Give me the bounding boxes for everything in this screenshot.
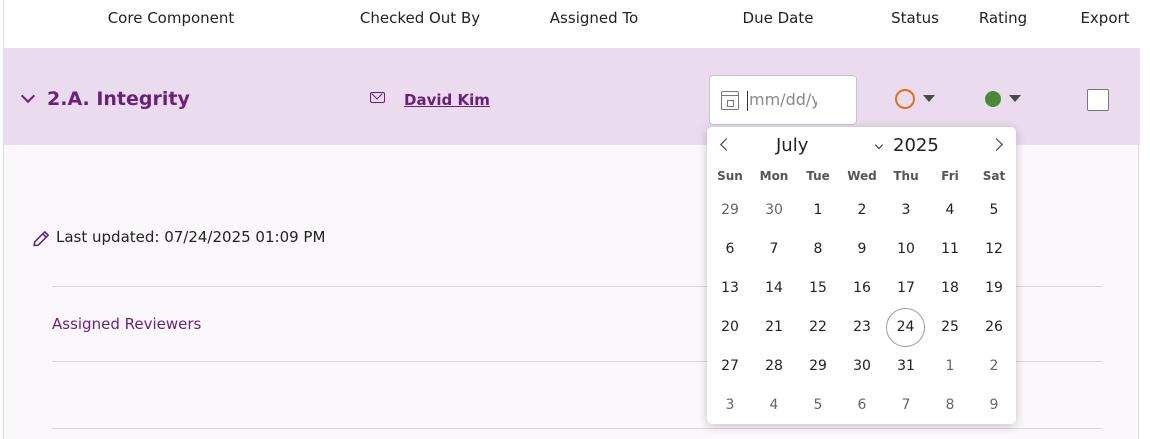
last-updated-text: Last updated: 07/24/2025 01:09 PM [56, 228, 326, 246]
text-cursor [747, 91, 748, 111]
header-core-component: Core Component [107, 9, 235, 27]
calendar-day[interactable]: 29 [798, 347, 838, 386]
header-status: Status [891, 9, 939, 27]
calendar-day[interactable]: 9 [842, 230, 882, 269]
calendar-day[interactable]: 4 [754, 386, 794, 425]
checked-out-by-link[interactable]: David Kim [404, 91, 490, 109]
calendar-day[interactable]: 16 [842, 269, 882, 308]
calendar-day[interactable]: 1 [798, 191, 838, 230]
calendar-day[interactable]: 1 [930, 347, 970, 386]
calendar-day[interactable]: 7 [886, 386, 926, 425]
calendar-day[interactable]: 2 [974, 347, 1014, 386]
calendar-day[interactable]: 25 [930, 308, 970, 347]
calendar-day[interactable]: 23 [842, 308, 882, 347]
chevron-right-icon[interactable] [990, 138, 1003, 151]
status-dropdown-icon[interactable] [923, 95, 935, 102]
calendar-day[interactable]: 15 [798, 269, 838, 308]
header-rating: Rating [978, 9, 1028, 27]
chevron-down-icon[interactable] [874, 140, 884, 150]
calendar-day[interactable]: 12 [974, 230, 1014, 269]
header-assigned-to: Assigned To [549, 9, 639, 27]
header-export: Export [1080, 9, 1130, 27]
calendar-day[interactable]: 2 [842, 191, 882, 230]
chevron-left-icon[interactable] [720, 138, 733, 151]
calendar-day[interactable]: 30 [754, 191, 794, 230]
calendar-day[interactable]: 31 [886, 347, 926, 386]
calendar-day[interactable]: 9 [974, 386, 1014, 425]
calendar-day[interactable]: 14 [754, 269, 794, 308]
due-date-placeholder: mm/dd/yy [749, 90, 817, 109]
calendar-day[interactable]: 13 [710, 269, 750, 308]
calendar-day[interactable]: 17 [886, 269, 926, 308]
weekday-label: Wed [847, 169, 877, 183]
weekday-label: Sat [982, 169, 1006, 183]
calendar-day[interactable]: 20 [710, 308, 750, 347]
export-checkbox[interactable] [1087, 89, 1109, 111]
calendar-day[interactable]: 6 [710, 230, 750, 269]
calendar-day[interactable]: 8 [798, 230, 838, 269]
mail-icon [370, 92, 385, 103]
weekday-label: Tue [806, 169, 830, 183]
weekday-label: Thu [893, 169, 919, 183]
weekday-label: Sun [717, 169, 743, 183]
calendar-day[interactable]: 30 [842, 347, 882, 386]
calendar-day[interactable]: 18 [930, 269, 970, 308]
calendar-day[interactable]: 7 [754, 230, 794, 269]
weekday-label: Mon [759, 169, 789, 183]
status-circle-icon[interactable] [895, 89, 915, 109]
header-checked-out-by: Checked Out By [359, 9, 481, 27]
calendar-day[interactable]: 3 [886, 191, 926, 230]
calendar-day[interactable]: 3 [710, 386, 750, 425]
header-due-date: Due Date [742, 9, 814, 27]
table-header: Core Component Checked Out By Assigned T… [4, 0, 1140, 49]
calendar-day[interactable]: 6 [842, 386, 882, 425]
calendar-day[interactable]: 10 [886, 230, 926, 269]
calendar-day[interactable]: 26 [974, 308, 1014, 347]
calendar-day-today[interactable]: 24 [886, 308, 925, 347]
rating-dropdown-icon[interactable] [1009, 95, 1021, 102]
calendar-day[interactable]: 5 [974, 191, 1014, 230]
calendar-year[interactable]: 2025 [893, 135, 939, 156]
assigned-reviewers-heading: Assigned Reviewers [52, 315, 202, 333]
pencil-icon[interactable] [30, 228, 52, 250]
calendar-day[interactable]: 27 [710, 347, 750, 386]
calendar-day[interactable]: 22 [798, 308, 838, 347]
calendar-day[interactable]: 19 [974, 269, 1014, 308]
calendar-day[interactable]: 29 [710, 191, 750, 230]
calendar-icon[interactable] [721, 91, 739, 110]
chevron-down-icon[interactable] [20, 88, 36, 104]
calendar-day[interactable]: 5 [798, 386, 838, 425]
calendar-day[interactable]: 11 [930, 230, 970, 269]
calendar-day[interactable]: 28 [754, 347, 794, 386]
weekday-label: Fri [941, 169, 959, 183]
calendar-month-select[interactable]: July [776, 135, 808, 156]
due-date-input[interactable]: mm/dd/yy [709, 75, 857, 125]
date-picker-popup: July 2025 Sun Mon Tue Wed Thu Fri Sat 29… [707, 127, 1016, 424]
divider [52, 428, 1102, 429]
rating-dot-icon[interactable] [985, 91, 1001, 107]
component-title[interactable]: 2.A. Integrity [47, 88, 190, 110]
calendar-day[interactable]: 21 [754, 308, 794, 347]
calendar-day[interactable]: 8 [930, 386, 970, 425]
calendar-day[interactable]: 4 [930, 191, 970, 230]
